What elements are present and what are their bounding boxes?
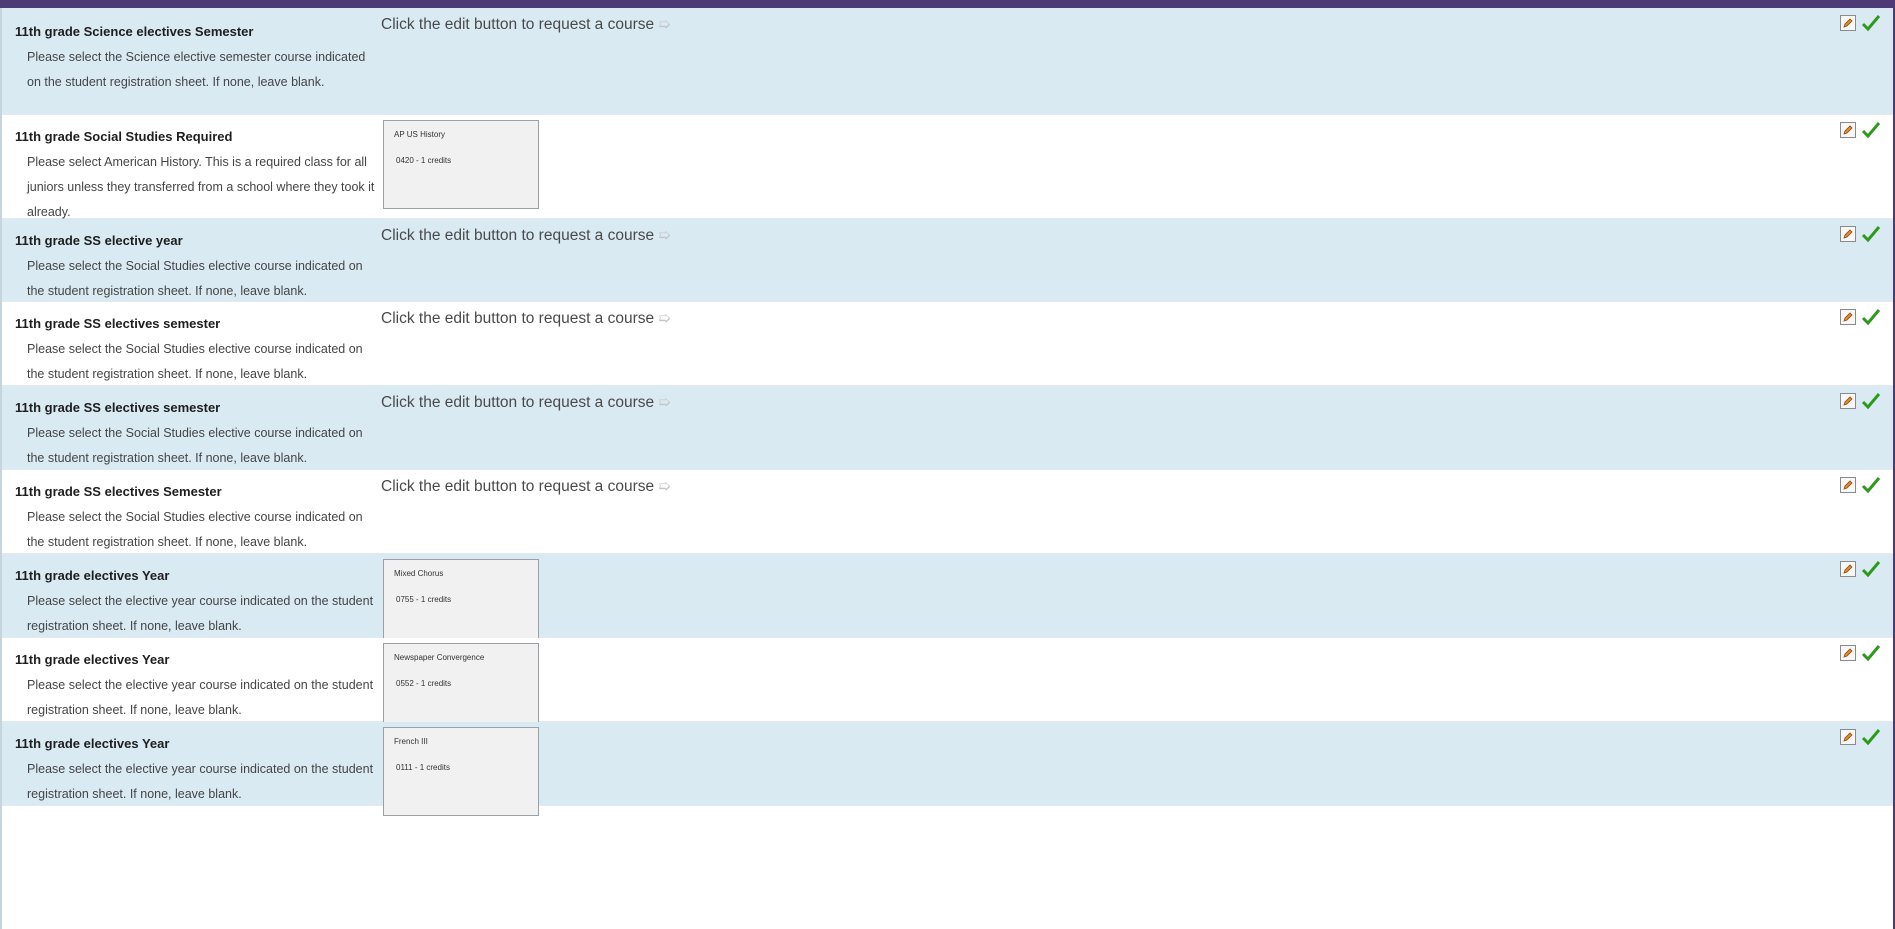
row-description: Please select the Social Studies electiv…: [27, 259, 363, 298]
check-icon[interactable]: [1861, 225, 1881, 243]
course-code: 0755 - 1 credits: [396, 595, 452, 604]
row-title: 11th grade Social Studies Required: [15, 129, 233, 144]
row-actions: [1840, 121, 1881, 139]
course-name: Newspaper Convergence: [394, 653, 485, 662]
edit-icon[interactable]: [1840, 15, 1856, 31]
row-description: Please select the elective year course i…: [27, 594, 374, 633]
row-actions: [1840, 560, 1881, 578]
edit-icon[interactable]: [1840, 561, 1856, 577]
request-prompt: Click the edit button to request a cours…: [381, 227, 671, 244]
course-row: 11th grade electives Year Please select …: [2, 554, 1893, 648]
arrow-right-icon: ➯: [658, 478, 671, 495]
row-title: 11th grade electives Year: [15, 736, 170, 751]
row-description: Please select the Social Studies electiv…: [27, 510, 363, 549]
edit-icon[interactable]: [1840, 477, 1856, 493]
arrow-right-icon: ➯: [658, 16, 671, 33]
course-row: 11th grade electives Year Please select …: [2, 638, 1893, 732]
request-prompt: Click the edit button to request a cours…: [381, 478, 671, 495]
edit-icon[interactable]: [1840, 393, 1856, 409]
row-actions: [1840, 308, 1881, 326]
row-actions: [1840, 644, 1881, 662]
row-title: 11th grade Science electives Semester: [15, 24, 254, 39]
arrow-right-icon: ➯: [658, 227, 671, 244]
row-description: Please select the Science elective semes…: [27, 50, 366, 89]
course-code: 0111 - 1 credits: [396, 763, 450, 772]
course-row: 11th grade Science electives Semester Pl…: [2, 8, 1893, 115]
check-icon[interactable]: [1861, 728, 1881, 746]
arrow-right-icon: ➯: [658, 394, 671, 411]
row-title: 11th grade electives Year: [15, 568, 170, 583]
edit-icon[interactable]: [1840, 729, 1856, 745]
edit-icon[interactable]: [1840, 226, 1856, 242]
row-description: Please select the elective year course i…: [27, 678, 374, 717]
arrow-right-icon: ➯: [658, 310, 671, 327]
course-code: 0420 - 1 credits: [396, 156, 452, 165]
row-description: Please select American History. This is …: [27, 155, 375, 219]
selected-course-box[interactable]: Mixed Chorus 0755 - 1 credits: [383, 559, 539, 648]
course-name: French III: [394, 737, 428, 746]
check-icon[interactable]: [1861, 121, 1881, 139]
selected-course-box[interactable]: AP US History 0420 - 1 credits: [383, 120, 539, 209]
request-prompt: Click the edit button to request a cours…: [381, 310, 671, 327]
course-code: 0552 - 1 credits: [396, 679, 452, 688]
row-title: 11th grade SS elective year: [15, 233, 183, 248]
course-row: 11th grade electives Year Please select …: [2, 722, 1893, 816]
edit-icon[interactable]: [1840, 122, 1856, 138]
edit-icon[interactable]: [1840, 309, 1856, 325]
check-icon[interactable]: [1861, 308, 1881, 326]
edit-icon[interactable]: [1840, 645, 1856, 661]
row-title: 11th grade SS electives Semester: [15, 484, 222, 499]
selected-course-box[interactable]: French III 0111 - 1 credits: [383, 727, 539, 816]
course-row: 11th grade SS electives semester Please …: [2, 302, 1893, 386]
check-icon[interactable]: [1861, 644, 1881, 662]
course-row: 11th grade Social Studies Required Pleas…: [2, 115, 1893, 219]
request-prompt: Click the edit button to request a cours…: [381, 394, 671, 411]
row-description: Please select the Social Studies electiv…: [27, 426, 363, 465]
row-title: 11th grade electives Year: [15, 652, 170, 667]
course-name: Mixed Chorus: [394, 569, 444, 578]
check-icon[interactable]: [1861, 560, 1881, 578]
check-icon[interactable]: [1861, 14, 1881, 32]
course-row: 11th grade SS electives semester Please …: [2, 386, 1893, 470]
row-description: Please select the elective year course i…: [27, 762, 374, 801]
check-icon[interactable]: [1861, 476, 1881, 494]
course-row: 11th grade SS elective year Please selec…: [2, 219, 1893, 302]
row-actions: [1840, 728, 1881, 746]
request-prompt: Click the edit button to request a cours…: [381, 16, 671, 33]
row-actions: [1840, 392, 1881, 410]
row-actions: [1840, 476, 1881, 494]
check-icon[interactable]: [1861, 392, 1881, 410]
row-actions: [1840, 225, 1881, 243]
course-name: AP US History: [394, 130, 445, 139]
row-description: Please select the Social Studies electiv…: [27, 342, 363, 381]
row-actions: [1840, 14, 1881, 32]
course-request-list: 11th grade Science electives Semester Pl…: [0, 8, 1893, 929]
course-row: 11th grade SS electives Semester Please …: [2, 470, 1893, 554]
selected-course-box[interactable]: Newspaper Convergence 0552 - 1 credits: [383, 643, 539, 732]
row-title: 11th grade SS electives semester: [15, 316, 221, 331]
row-title: 11th grade SS electives semester: [15, 400, 221, 415]
